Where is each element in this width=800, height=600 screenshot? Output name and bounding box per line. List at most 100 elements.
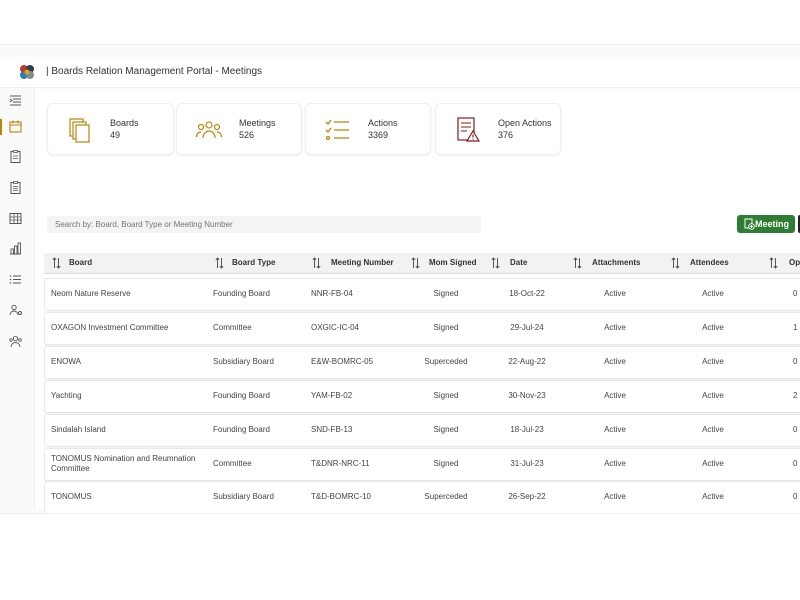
table-cell-meeting-number: SND-FB-13 [311, 425, 353, 434]
meetings-label: Meetings [239, 118, 276, 128]
table-row[interactable]: Sindalah Island Founding Board SND-FB-13 Si… [44, 414, 800, 447]
sort-icon[interactable] [312, 257, 321, 269]
sort-icon[interactable] [671, 257, 680, 269]
table-cell-date: 18-Jul-23 [510, 425, 544, 434]
table-cell-meeting-number: T&D-BOMRC-10 [311, 492, 372, 501]
calendar-icon[interactable] [8, 119, 23, 134]
sort-icon[interactable] [411, 257, 420, 269]
actions-count: 3369 [368, 130, 389, 140]
column-header-label: Mom Signed [429, 258, 477, 267]
table-cell-ope: 0 [793, 459, 798, 468]
open-actions-count: 376 [498, 130, 514, 140]
open-actions-card[interactable]: Open Actions 376 [435, 103, 561, 155]
column-header-label: Board Type [232, 258, 276, 267]
sort-icon[interactable] [573, 257, 582, 269]
table-cell-meeting-number: NNR-FB-04 [311, 289, 353, 298]
table-cell-ope: 0 [793, 425, 798, 434]
table-cell-mom-signed: Signed [433, 459, 459, 468]
table-cell-attachments: Active [604, 492, 626, 501]
bar-chart-icon[interactable] [8, 241, 23, 256]
table-row[interactable]: Yachting Founding Board YAM-FB-02 Signed 30-… [44, 380, 800, 413]
top-bar: | Boards Relation Management Portal - Me… [0, 57, 800, 88]
table-cell-mom-signed: Signed [433, 289, 459, 298]
open-actions-label: Open Actions [498, 118, 552, 128]
table-cell-mom-signed: Signed [433, 323, 459, 332]
table-cell-attachments: Active [604, 357, 626, 366]
table-cell-board: Sindalah Island [51, 425, 106, 434]
user-network-icon[interactable] [8, 303, 23, 318]
table-cell-attendees: Active [702, 357, 724, 366]
table-row[interactable]: OXAGON Investment Committee Committee OXGI… [44, 312, 800, 345]
table-cell-ope: 1 [793, 323, 798, 332]
table-cell-attendees: Active [702, 323, 724, 332]
boards-card[interactable]: Boards 49 [47, 103, 174, 155]
table-row[interactable]: ENOWA Subsidiary Board E&W-BOMRC-05 Superce… [44, 346, 800, 379]
add-meeting-button[interactable]: Meeting [737, 215, 795, 233]
table-cell-date: 30-Nov-23 [508, 391, 546, 400]
meetings-card[interactable]: Meetings 526 [176, 103, 302, 155]
column-header-label: Date [510, 258, 528, 267]
table-cell-mom-signed: Signed [433, 425, 459, 434]
clipboard-list-icon[interactable] [8, 180, 23, 195]
sort-icon[interactable] [769, 257, 778, 269]
clipboard-icon[interactable] [8, 149, 23, 164]
document-add-icon [743, 218, 755, 230]
boards-label: Boards [110, 118, 139, 128]
people-icon [195, 116, 223, 144]
sort-icon[interactable] [491, 257, 500, 269]
table-cell-date: 29-Jul-24 [510, 323, 544, 332]
table-cell-attendees: Active [702, 425, 724, 434]
table-row[interactable]: TONOMUS Nomination and Reumnation Commit… [44, 448, 800, 481]
logo-icon [17, 62, 37, 82]
column-header-label: Board [69, 258, 93, 267]
sort-icon[interactable] [215, 257, 224, 269]
table-cell-attendees: Active [702, 459, 724, 468]
boards-icon [66, 116, 94, 144]
table-cell-mom-signed: Superceded [424, 357, 468, 366]
table-cell-attachments: Active [604, 323, 626, 332]
active-indicator [0, 119, 2, 135]
warning-document-icon [454, 116, 482, 144]
table-cell-date: 22-Aug-22 [508, 357, 546, 366]
meeting-button-label: Meeting [754, 219, 789, 229]
table-cell-board-type: Committee [213, 459, 252, 468]
app-frame: | Boards Relation Management Portal - Me… [0, 44, 800, 514]
actions-card[interactable]: Actions 3369 [305, 103, 431, 155]
table-cell-attendees: Active [702, 492, 724, 501]
actions-label: Actions [368, 118, 398, 128]
table-cell-mom-signed: Superceded [424, 492, 468, 501]
table-cell-board-type: Founding Board [213, 289, 270, 298]
table-cell-board-type: Committee [213, 323, 252, 332]
table-row[interactable]: TONOMUS Subsidiary Board T&D-BOMRC-10 Super… [44, 481, 800, 513]
column-header-label: Attachments [592, 258, 641, 267]
column-header-label: Meeting Number [331, 258, 394, 267]
table-row[interactable]: Neom Nature Reserve Founding Board NNR-FB-… [44, 278, 800, 311]
table-cell-meeting-number: YAM-FB-02 [311, 391, 353, 400]
table-cell-board-type: Subsidiary Board [213, 492, 274, 501]
table-cell-ope: 2 [793, 391, 798, 400]
checklist-icon [324, 116, 352, 144]
page-title: | Boards Relation Management Portal - Me… [46, 66, 263, 77]
table-cell-attachments: Active [604, 391, 626, 400]
table-cell-board-type: Founding Board [213, 391, 270, 400]
search-input[interactable] [47, 216, 481, 233]
table-cell-date: 26-Sep-22 [508, 492, 546, 501]
column-header-label: Ope [789, 258, 800, 267]
table-cell-attendees: Active [702, 391, 724, 400]
grid-icon[interactable] [8, 211, 23, 226]
sort-icon[interactable] [52, 257, 61, 269]
user-group-icon[interactable] [8, 334, 23, 349]
table-cell-meeting-number: E&W-BOMRC-05 [311, 357, 374, 366]
table-cell-board: Neom Nature Reserve [51, 289, 131, 298]
table-cell-attachments: Active [604, 459, 626, 468]
table-cell-attendees: Active [702, 289, 724, 298]
table-cell-ope: 0 [793, 357, 798, 366]
table-cell-board-type: Subsidiary Board [213, 357, 274, 366]
table-cell-ope: 0 [793, 289, 798, 298]
collapse-menu-icon[interactable] [8, 93, 23, 108]
table-cell-board: TONOMUS Nomination and Reumnation Commit… [51, 454, 196, 473]
table-cell-board: Yachting [51, 391, 82, 400]
table-cell-ope: 0 [793, 492, 798, 501]
table-cell-board: ENOWA [51, 357, 81, 366]
list-icon[interactable] [8, 272, 23, 287]
